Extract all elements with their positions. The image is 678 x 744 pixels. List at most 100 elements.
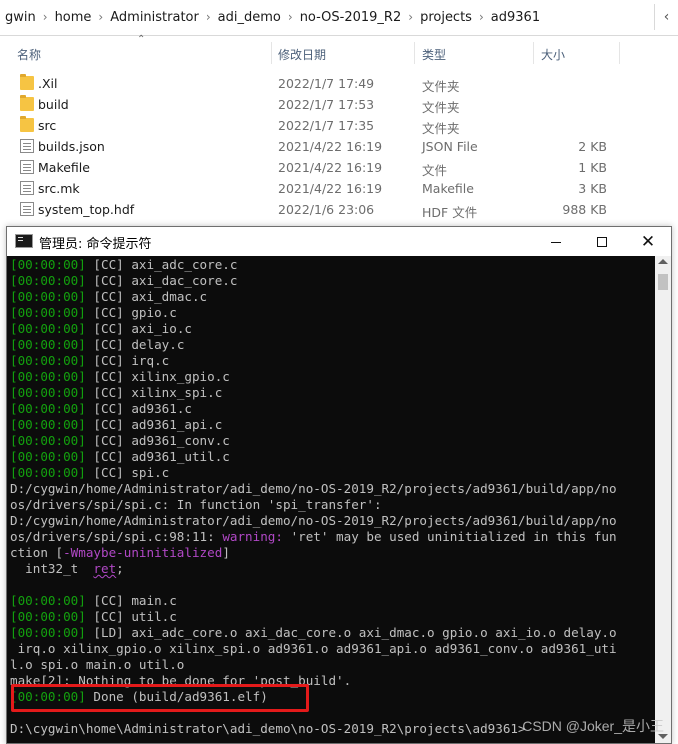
scroll-thumb[interactable] — [658, 274, 668, 290]
timestamp: [00:00:00] — [10, 369, 86, 384]
terminal-text: [LD] axi_adc_core.o axi_dac_core.o axi_d… — [85, 625, 617, 640]
timestamp: [00:00:00] — [10, 593, 86, 608]
timestamp: [00:00:00] — [10, 449, 86, 464]
file-name: system_top.hdf — [38, 202, 135, 217]
breadcrumb: gwin › home › Administrator › adi_demo › no-OS-2… — [0, 6, 640, 28]
terminal-line: ction [-Wmaybe-uninitialized] — [10, 545, 655, 561]
terminal-text: int32_t — [10, 561, 94, 576]
terminal-text: [CC] xilinx_gpio.c — [85, 369, 230, 384]
makefile-icon — [20, 181, 34, 195]
warning-text: -Wmaybe-uninitialized — [63, 545, 223, 560]
chevron-right-icon[interactable]: › — [96, 10, 105, 24]
chevron-right-icon[interactable]: › — [41, 10, 50, 24]
terminal-text: [CC] axi_dac_core.c — [85, 273, 238, 288]
timestamp: [00:00:00] — [10, 337, 86, 352]
title-bar[interactable]: 管理员: 命令提示符 ✕ — [7, 227, 671, 256]
breadcrumb-item[interactable]: home — [50, 10, 97, 25]
terminal-text: 'ret' may be used uninitialized in this … — [290, 529, 617, 544]
timestamp: [00:00:00] — [10, 609, 86, 624]
close-button[interactable]: ✕ — [625, 227, 671, 256]
chevron-right-icon[interactable]: › — [477, 10, 486, 24]
vertical-scrollbar[interactable] — [655, 256, 671, 743]
address-dropdown-button[interactable]: ‹ — [654, 4, 678, 30]
address-bar[interactable]: gwin › home › Administrator › adi_demo › no-OS-2… — [0, 0, 678, 36]
chevron-right-icon[interactable]: › — [286, 10, 295, 24]
chevron-right-icon[interactable]: › — [406, 10, 415, 24]
terminal-line — [10, 577, 655, 593]
breadcrumb-item[interactable]: gwin — [0, 10, 41, 25]
chevron-right-icon[interactable]: › — [204, 10, 213, 24]
terminal-line: [00:00:00] [CC] ad9361.c — [10, 401, 655, 417]
breadcrumb-item[interactable]: no-OS-2019_R2 — [295, 10, 407, 25]
folder-icon — [20, 95, 34, 111]
sort-up-icon: ⌃ — [137, 34, 146, 45]
file-explorer: gwin › home › Administrator › adi_demo › no-OS-2… — [0, 0, 678, 226]
file-type: 文件夹 — [422, 121, 460, 136]
file-date: 2022/1/6 23:06 — [278, 202, 375, 217]
timestamp: [00:00:00] — [10, 625, 86, 640]
file-date: 2022/1/7 17:53 — [278, 97, 375, 112]
list-item[interactable]: src.mk 2021/4/22 16:19 Makefile 3 KB — [0, 178, 678, 199]
watermark: CSDN @Joker_是小王 — [522, 718, 664, 734]
terminal-line: l.o spi.o main.o util.o — [10, 657, 655, 673]
terminal-text: [CC] axi_io.c — [85, 321, 192, 336]
terminal-text: [CC] spi.c — [85, 465, 170, 480]
command-prompt-window: 管理员: 命令提示符 ✕ [00:00:00] [CC] axi_adc_cor… — [6, 226, 672, 744]
terminal-text: D:\cygwin\home\Administrator\adi_demo\no… — [10, 721, 526, 736]
maximize-button[interactable] — [579, 227, 625, 256]
terminal-line: [00:00:00] [CC] ad9361_api.c — [10, 417, 655, 433]
timestamp: [00:00:00] — [10, 465, 86, 480]
timestamp: [00:00:00] — [10, 257, 86, 272]
list-item[interactable]: .Xil 2022/1/7 17:49 文件夹 — [0, 73, 678, 94]
terminal-line: [00:00:00] [CC] axi_adc_core.c — [10, 257, 655, 273]
breadcrumb-item[interactable]: ad9361 — [486, 10, 545, 25]
terminal-line: D:/cygwin/home/Administrator/adi_demo/no… — [10, 481, 655, 497]
timestamp: [00:00:00] — [10, 433, 86, 448]
json-file-icon — [20, 139, 34, 153]
terminal-text: [CC] ad9361_conv.c — [85, 433, 230, 448]
file-type: 文件 — [422, 163, 448, 178]
file-type: 文件夹 — [422, 100, 460, 115]
column-header-date[interactable]: 修改日期 — [278, 46, 326, 63]
cmd-icon — [15, 234, 33, 248]
terminal-output[interactable]: [00:00:00] [CC] axi_adc_core.c [00:00:00]… — [7, 256, 655, 743]
terminal-line: os/drivers/spi/spi.c:98:11: warning: 're… — [10, 529, 655, 545]
terminal-text: os/drivers/spi/spi.c: In function 'spi_t… — [10, 497, 382, 512]
terminal-line: [00:00:00] [CC] axi_dmac.c — [10, 289, 655, 305]
terminal-text: [CC] xilinx_spi.c — [85, 385, 223, 400]
folder-icon — [20, 116, 34, 132]
terminal-line: [00:00:00] [CC] irq.c — [10, 353, 655, 369]
terminal-text: [CC] axi_adc_core.c — [85, 257, 238, 272]
column-headers: ⌃ 名称 修改日期 类型 大小 — [0, 34, 678, 66]
timestamp: [00:00:00] — [10, 305, 86, 320]
list-item[interactable]: Makefile 2021/4/22 16:19 文件 1 KB — [0, 157, 678, 178]
list-item[interactable]: builds.json 2021/4/22 16:19 JSON File 2 KB — [0, 136, 678, 157]
terminal-line: [00:00:00] [CC] ad9361_conv.c — [10, 433, 655, 449]
terminal-line: int32_t ret; — [10, 561, 655, 577]
breadcrumb-item[interactable]: Administrator — [105, 10, 204, 25]
column-header-type[interactable]: 类型 — [422, 46, 446, 63]
scroll-up-icon[interactable] — [658, 259, 668, 264]
warning-text: warning: — [222, 529, 291, 544]
list-item[interactable]: src 2022/1/7 17:35 文件夹 — [0, 115, 678, 136]
timestamp: [00:00:00] — [10, 321, 86, 336]
column-header-name[interactable]: 名称 — [17, 46, 41, 63]
terminal-text: os/drivers/spi/spi.c:98:11: — [10, 529, 223, 544]
terminal-line: [00:00:00] [CC] xilinx_gpio.c — [10, 369, 655, 385]
column-header-size[interactable]: 大小 — [541, 46, 565, 63]
terminal-line: [00:00:00] [CC] delay.c — [10, 337, 655, 353]
file-date: 2022/1/7 17:35 — [278, 118, 375, 133]
file-name: src — [38, 118, 57, 133]
list-item[interactable]: build 2022/1/7 17:53 文件夹 — [0, 94, 678, 115]
timestamp: [00:00:00] — [10, 273, 86, 288]
file-size: 3 KB — [578, 181, 607, 196]
breadcrumb-item[interactable]: projects — [415, 10, 477, 25]
list-item[interactable]: system_top.hdf 2022/1/6 23:06 HDF 文件 988 KB — [0, 199, 678, 220]
terminal-text: [CC] delay.c — [85, 337, 185, 352]
minimize-icon — [551, 242, 561, 243]
folder-icon — [20, 74, 34, 90]
file-name: .Xil — [38, 76, 58, 91]
terminal-line: [00:00:00] [CC] gpio.c — [10, 305, 655, 321]
minimize-button[interactable] — [533, 227, 579, 256]
breadcrumb-item[interactable]: adi_demo — [213, 10, 286, 25]
